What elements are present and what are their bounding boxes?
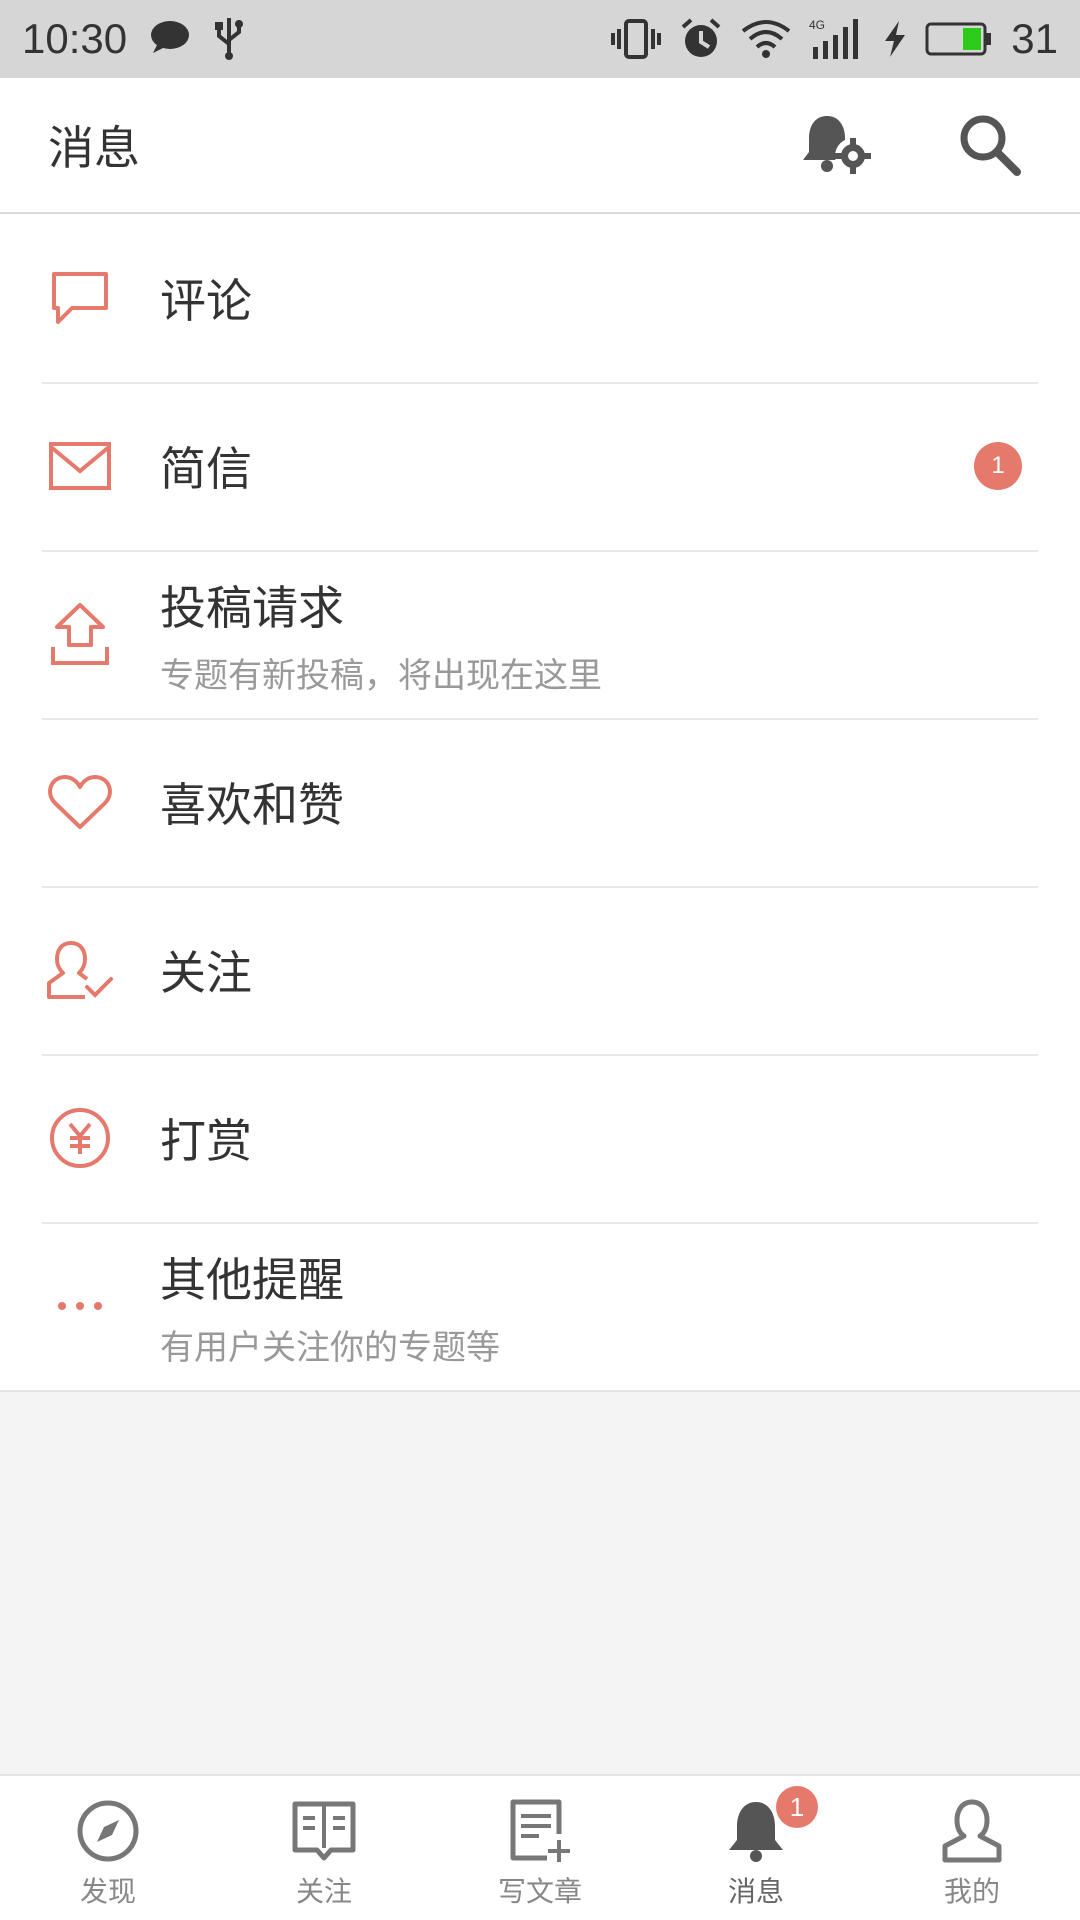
nav-profile[interactable]: 我的 [864, 1776, 1080, 1920]
upload-icon [51, 603, 109, 665]
nav-label: 我的 [943, 1875, 1000, 1908]
nav-write-article[interactable]: 写文章 [432, 1776, 648, 1920]
notification-settings-icon [803, 116, 871, 174]
item-label: 喜欢和赞 [160, 778, 344, 832]
heart-icon [48, 775, 112, 829]
nav-label: 发现 [79, 1875, 136, 1908]
item-subtitle: 专题有新投稿，将出现在这里 [160, 655, 602, 696]
chat-bubble-icon [149, 19, 191, 59]
app-header: 消息 [0, 78, 1080, 214]
list-item-rewards[interactable]: 打赏 [0, 1054, 1080, 1222]
yuan-icon [50, 1108, 110, 1168]
more-dots-icon [58, 1302, 102, 1310]
search-button[interactable] [948, 103, 1032, 187]
charging-icon [883, 19, 907, 59]
wifi-icon [741, 19, 791, 59]
list-item-private-messages[interactable]: 简信 1 [0, 382, 1080, 550]
notification-settings-button[interactable] [794, 103, 878, 187]
user-check-icon [47, 941, 113, 999]
list-item-other-notifications[interactable]: 其他提醒 有用户关注你的专题等 [0, 1222, 1080, 1390]
bottom-nav: 发现 关注 写文章 1 消息 我的 [0, 1774, 1080, 1920]
nav-messages[interactable]: 1 消息 [648, 1776, 864, 1920]
compass-icon [77, 1800, 139, 1862]
comment-icon [52, 272, 108, 324]
status-bar: 10:30 4G 31 [0, 0, 1080, 78]
mail-icon [49, 442, 111, 490]
nav-unread-badge: 1 [776, 1786, 818, 1828]
nav-following[interactable]: 关注 [216, 1776, 432, 1920]
list-item-comments[interactable]: 评论 [0, 214, 1080, 382]
network-type-label: 4G [809, 18, 825, 32]
write-article-icon [510, 1799, 570, 1862]
item-subtitle: 有用户关注你的专题等 [160, 1327, 500, 1368]
message-category-list: 评论 简信 1 投稿请求 专题有新投稿，将出现在这里 喜欢和赞 关注 打赏 其他… [0, 214, 1080, 1392]
vibrate-icon [611, 17, 662, 61]
battery-icon [925, 22, 993, 56]
list-item-follows[interactable]: 关注 [0, 886, 1080, 1054]
battery-level: 31 [1011, 15, 1058, 62]
item-label: 其他提醒 [160, 1252, 344, 1307]
search-icon [960, 115, 1021, 176]
profile-icon [942, 1799, 1002, 1863]
list-item-likes[interactable]: 喜欢和赞 [0, 718, 1080, 886]
item-label: 简信 [160, 442, 252, 496]
book-icon [292, 1801, 356, 1861]
list-item-submission-requests[interactable]: 投稿请求 专题有新投稿，将出现在这里 [0, 550, 1080, 718]
nav-label: 消息 [727, 1875, 784, 1908]
item-label: 评论 [160, 274, 252, 328]
nav-label: 关注 [295, 1875, 352, 1908]
unread-badge: 1 [974, 442, 1022, 490]
item-label: 打赏 [160, 1114, 252, 1168]
nav-discover[interactable]: 发现 [0, 1776, 216, 1920]
nav-label: 写文章 [497, 1875, 582, 1908]
page-title: 消息 [48, 121, 140, 175]
signal-icon: 4G [809, 17, 865, 61]
status-time: 10:30 [22, 15, 128, 62]
usb-icon [213, 14, 245, 64]
item-label: 投稿请求 [160, 580, 344, 635]
alarm-icon [679, 17, 723, 61]
item-label: 关注 [160, 946, 252, 1000]
